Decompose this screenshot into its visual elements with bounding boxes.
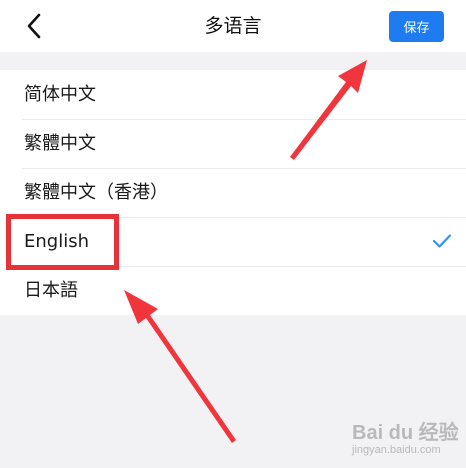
language-label: 繁體中文 <box>24 133 96 154</box>
checkmark-icon <box>432 234 452 248</box>
navigation-bar: 多语言 保存 <box>0 0 466 52</box>
language-label: 日本語 <box>24 280 78 301</box>
language-label: English <box>24 231 89 252</box>
save-button[interactable]: 保存 <box>389 11 444 42</box>
language-label: 繁體中文（香港） <box>24 182 168 203</box>
language-item-traditional-chinese[interactable]: 繁體中文 <box>0 119 466 168</box>
watermark-url: jingyan.baidu.com <box>352 444 441 456</box>
watermark: Bai du 经验 jingyan.baidu.com <box>352 416 459 464</box>
language-label: 简体中文 <box>24 84 96 105</box>
language-item-simplified-chinese[interactable]: 简体中文 <box>0 70 466 119</box>
language-item-english[interactable]: English <box>0 217 466 266</box>
language-list: 简体中文 繁體中文 繁體中文（香港） English 日本語 <box>0 70 466 315</box>
watermark-logo-text: Bai du 经验 <box>352 422 459 444</box>
language-item-traditional-chinese-hk[interactable]: 繁體中文（香港） <box>0 168 466 217</box>
language-item-japanese[interactable]: 日本語 <box>0 266 466 315</box>
